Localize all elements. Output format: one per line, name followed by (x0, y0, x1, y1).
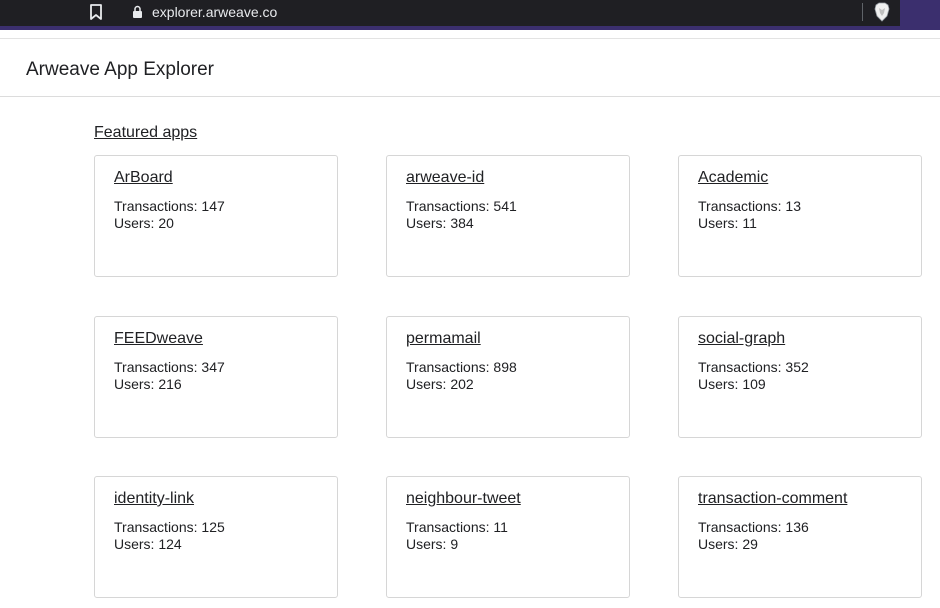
app-card: Academic Transactions: 13 Users: 11 (678, 155, 922, 277)
app-name-link[interactable]: ArBoard (114, 168, 173, 188)
app-name-link[interactable]: identity-link (114, 489, 194, 509)
app-name-link[interactable]: arweave-id (406, 168, 484, 188)
transactions-count: Transactions: 147 (114, 198, 225, 214)
users-count: Users: 216 (114, 376, 182, 392)
transactions-count: Transactions: 541 (406, 198, 517, 214)
browser-toolbar: explorer.arweave.co (0, 0, 940, 30)
transactions-count: Transactions: 11 (406, 519, 508, 535)
app-card: arweave-id Transactions: 541 Users: 384 (386, 155, 630, 277)
lock-icon (130, 4, 144, 20)
app-card: identity-link Transactions: 125 Users: 1… (94, 476, 338, 598)
users-count: Users: 11 (698, 215, 757, 231)
address-bar[interactable]: explorer.arweave.co (0, 0, 900, 26)
users-count: Users: 384 (406, 215, 474, 231)
app-name-link[interactable]: transaction-comment (698, 489, 847, 509)
transactions-count: Transactions: 898 (406, 359, 517, 375)
app-name-link[interactable]: permamail (406, 329, 481, 349)
app-name-link[interactable]: Academic (698, 168, 768, 188)
app-name-link[interactable]: social-graph (698, 329, 785, 349)
bookmark-icon[interactable] (84, 1, 108, 23)
users-count: Users: 20 (114, 215, 174, 231)
users-count: Users: 29 (698, 536, 758, 552)
transactions-count: Transactions: 13 (698, 198, 801, 214)
users-count: Users: 109 (698, 376, 766, 392)
app-card: permamail Transactions: 898 Users: 202 (386, 316, 630, 438)
transactions-count: Transactions: 125 (114, 519, 225, 535)
address-bar-divider (862, 3, 863, 21)
brave-shield-icon[interactable] (872, 2, 892, 22)
transactions-count: Transactions: 347 (114, 359, 225, 375)
transactions-count: Transactions: 352 (698, 359, 809, 375)
app-card: social-graph Transactions: 352 Users: 10… (678, 316, 922, 438)
app-header: Arweave App Explorer (0, 38, 940, 97)
users-count: Users: 202 (406, 376, 474, 392)
app-name-link[interactable]: neighbour-tweet (406, 489, 521, 509)
url-text[interactable]: explorer.arweave.co (152, 2, 277, 22)
users-count: Users: 9 (406, 536, 459, 552)
transactions-count: Transactions: 136 (698, 519, 809, 535)
app-card: transaction-comment Transactions: 136 Us… (678, 476, 922, 598)
page-title: Arweave App Explorer (26, 59, 214, 80)
app-name-link[interactable]: FEEDweave (114, 329, 203, 349)
app-card: FEEDweave Transactions: 347 Users: 216 (94, 316, 338, 438)
users-count: Users: 124 (114, 536, 182, 552)
featured-apps-link[interactable]: Featured apps (94, 123, 197, 143)
app-card: neighbour-tweet Transactions: 11 Users: … (386, 476, 630, 598)
app-card: ArBoard Transactions: 147 Users: 20 (94, 155, 338, 277)
